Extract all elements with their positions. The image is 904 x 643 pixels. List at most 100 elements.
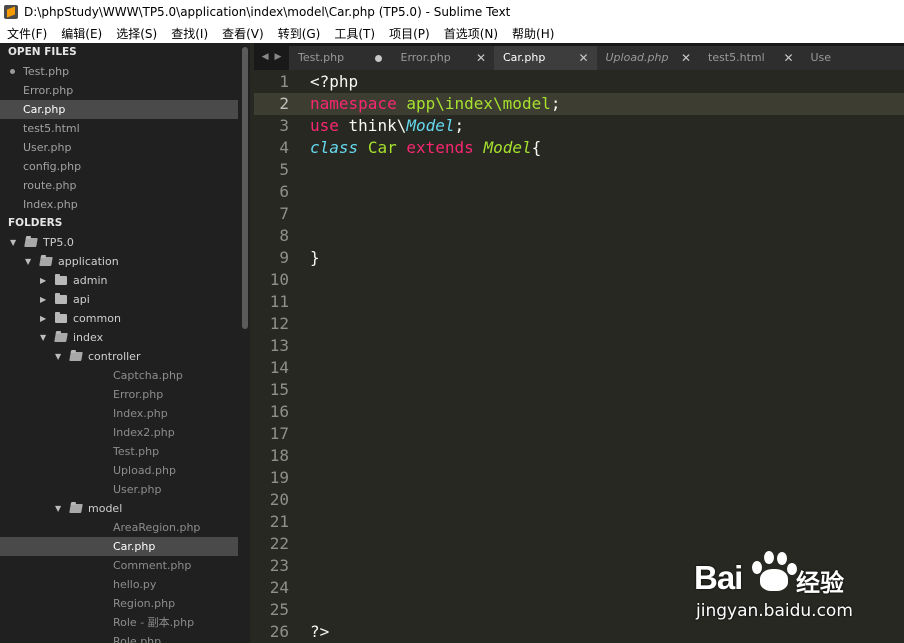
tab-next-icon[interactable]: ▶ bbox=[275, 52, 282, 62]
code-line[interactable]: 16 bbox=[254, 401, 904, 423]
tree-file[interactable]: Car.php bbox=[0, 537, 238, 556]
code-line[interactable]: 13 bbox=[254, 335, 904, 357]
tree-file[interactable]: User.php bbox=[0, 480, 238, 499]
open-file-item[interactable]: User.php bbox=[0, 138, 238, 157]
code-token: think\ bbox=[338, 116, 407, 135]
tree-folder[interactable]: ▼ application bbox=[0, 252, 238, 271]
open-file-item[interactable]: Test.php bbox=[0, 62, 238, 81]
tree-file[interactable]: Comment.php bbox=[0, 556, 238, 575]
menu-item[interactable]: 文件(F) bbox=[0, 25, 54, 42]
code-line[interactable]: 11 bbox=[254, 291, 904, 313]
line-number: 5 bbox=[279, 160, 289, 179]
tree-file[interactable]: AreaRegion.php bbox=[0, 518, 238, 537]
code-line[interactable]: 18 bbox=[254, 445, 904, 467]
tree-folder[interactable]: ▼ index bbox=[0, 328, 238, 347]
tree-label: Captcha.php bbox=[113, 369, 183, 382]
open-file-item[interactable]: route.php bbox=[0, 176, 238, 195]
tree-folder[interactable]: ▼ TP5.0 bbox=[0, 233, 238, 252]
menu-item[interactable]: 帮助(H) bbox=[505, 25, 561, 42]
folder-open-icon bbox=[24, 238, 38, 247]
title-bar: D:\phpStudy\WWW\TP5.0\application\index\… bbox=[0, 0, 904, 23]
menu-item[interactable]: 选择(S) bbox=[109, 25, 164, 42]
tree-file[interactable]: Upload.php bbox=[0, 461, 238, 480]
code-line[interactable]: 10 bbox=[254, 269, 904, 291]
chevron-right-icon[interactable]: ▶ bbox=[40, 271, 50, 290]
open-file-item[interactable]: Index.php bbox=[0, 195, 238, 214]
tree-file[interactable]: Error.php bbox=[0, 385, 238, 404]
chevron-down-icon[interactable]: ▼ bbox=[40, 328, 50, 347]
code-line[interactable]: 17 bbox=[254, 423, 904, 445]
tree-file[interactable]: hello.py bbox=[0, 575, 238, 594]
close-icon[interactable]: ✕ bbox=[476, 46, 486, 70]
tree-file[interactable]: Role - 副本.php bbox=[0, 613, 238, 632]
tree-file[interactable]: Index.php bbox=[0, 404, 238, 423]
tree-folder[interactable]: ▼ controller bbox=[0, 347, 238, 366]
tree-file[interactable]: Captcha.php bbox=[0, 366, 238, 385]
open-file-item[interactable]: config.php bbox=[0, 157, 238, 176]
code-line[interactable]: 12 bbox=[254, 313, 904, 335]
sidebar-scrollbar[interactable] bbox=[242, 47, 248, 329]
tree-label: Comment.php bbox=[113, 559, 192, 572]
tree-folder[interactable]: ▶ common bbox=[0, 309, 238, 328]
close-icon[interactable]: ✕ bbox=[783, 46, 793, 70]
code-line[interactable]: 3 use think\Model; bbox=[254, 115, 904, 137]
code-line[interactable]: 4 class Car extends Model{ bbox=[254, 137, 904, 159]
tree-label: Index2.php bbox=[113, 426, 175, 439]
chevron-down-icon[interactable]: ▼ bbox=[55, 499, 65, 518]
code-line[interactable]: 1 <?php bbox=[254, 71, 904, 93]
line-number: 17 bbox=[269, 424, 289, 443]
tree-label: common bbox=[73, 312, 121, 325]
code-line[interactable]: 5 bbox=[254, 159, 904, 181]
code-line[interactable]: 7 bbox=[254, 203, 904, 225]
code-line[interactable]: 21 bbox=[254, 511, 904, 533]
close-icon[interactable]: ✕ bbox=[681, 46, 691, 70]
code-line[interactable]: 15 bbox=[254, 379, 904, 401]
code-line[interactable]: 19 bbox=[254, 467, 904, 489]
open-file-item[interactable]: Car.php bbox=[0, 100, 238, 119]
menu-item[interactable]: 首选项(N) bbox=[437, 25, 505, 42]
menu-item[interactable]: 工具(T) bbox=[327, 25, 382, 42]
chevron-down-icon[interactable]: ▼ bbox=[55, 347, 65, 366]
tab-test-php[interactable]: Test.php bbox=[289, 46, 394, 70]
tab-test5-html[interactable]: test5.html ✕ bbox=[699, 46, 804, 70]
tab-upload-php[interactable]: Upload.php ✕ bbox=[596, 46, 701, 70]
tree-folder[interactable]: ▼ model bbox=[0, 499, 238, 518]
code-line[interactable]: 14 bbox=[254, 357, 904, 379]
line-number: 20 bbox=[269, 490, 289, 509]
code-line[interactable]: 2 namespace app\index\model; bbox=[254, 93, 904, 115]
menu-item[interactable]: 项目(P) bbox=[382, 25, 437, 42]
tree-file[interactable]: Role.php bbox=[0, 632, 238, 643]
code-line[interactable]: 8 bbox=[254, 225, 904, 247]
code-line[interactable]: 6 bbox=[254, 181, 904, 203]
tree-file[interactable]: Test.php bbox=[0, 442, 238, 461]
code-line[interactable]: 9} bbox=[254, 247, 904, 269]
close-icon[interactable]: ✕ bbox=[578, 46, 588, 70]
code-line[interactable]: 20 bbox=[254, 489, 904, 511]
tree-label: api bbox=[73, 293, 90, 306]
tab-use[interactable]: Use bbox=[801, 46, 904, 70]
menu-item[interactable]: 查看(V) bbox=[215, 25, 271, 42]
open-file-item[interactable]: Error.php bbox=[0, 81, 238, 100]
chevron-right-icon[interactable]: ▶ bbox=[40, 290, 50, 309]
menu-item[interactable]: 编辑(E) bbox=[54, 25, 109, 42]
tree-file[interactable]: Index2.php bbox=[0, 423, 238, 442]
chevron-down-icon[interactable]: ▼ bbox=[25, 252, 35, 271]
menu-item[interactable]: 查找(I) bbox=[164, 25, 215, 42]
tab-error-php[interactable]: Error.php ✕ bbox=[391, 46, 496, 70]
menu-bar: 文件(F) 编辑(E) 选择(S) 查找(I) 查看(V) 转到(G) 工具(T) 项目(P)… bbox=[0, 23, 904, 43]
tree-file[interactable]: Region.php bbox=[0, 594, 238, 613]
tree-folder[interactable]: ▶ api bbox=[0, 290, 238, 309]
menu-item[interactable]: 转到(G) bbox=[271, 25, 328, 42]
chevron-right-icon[interactable]: ▶ bbox=[40, 309, 50, 328]
folder-open-icon bbox=[69, 504, 83, 513]
tab-prev-icon[interactable]: ◀ bbox=[262, 52, 269, 62]
open-file-item[interactable]: test5.html bbox=[0, 119, 238, 138]
chevron-down-icon[interactable]: ▼ bbox=[10, 233, 20, 252]
tree-label: Error.php bbox=[113, 388, 164, 401]
tree-folder[interactable]: ▶ admin bbox=[0, 271, 238, 290]
folder-open-icon bbox=[69, 352, 83, 361]
tree-label: Role.php bbox=[113, 635, 162, 643]
tab-car-php[interactable]: Car.php ✕ bbox=[494, 46, 599, 70]
unsaved-dot-icon[interactable] bbox=[374, 55, 382, 62]
